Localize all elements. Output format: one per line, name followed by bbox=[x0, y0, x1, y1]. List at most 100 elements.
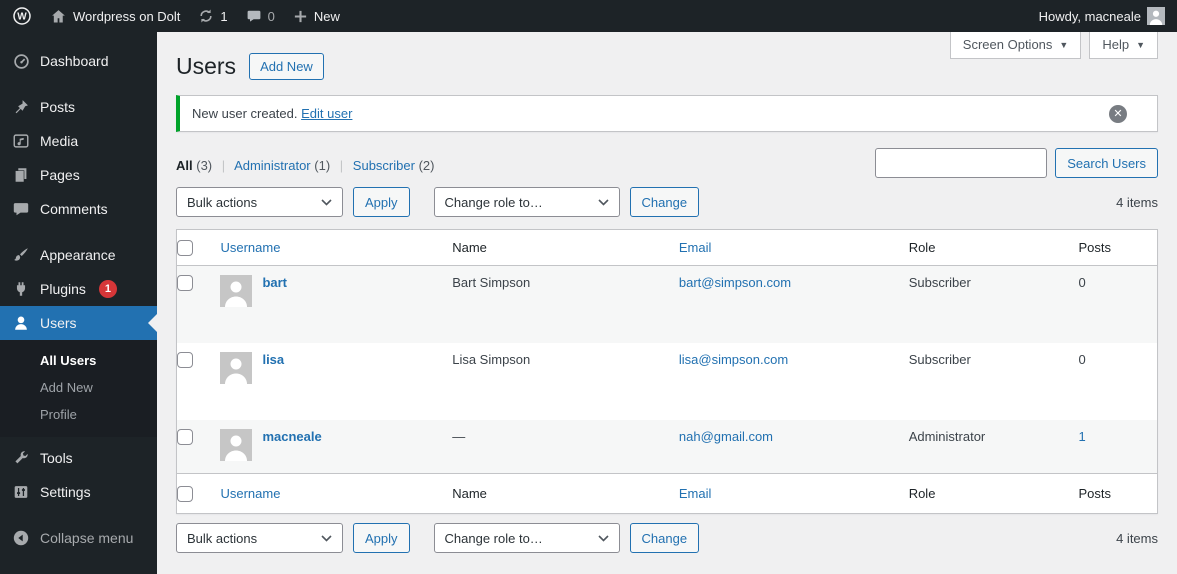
screen-options-button[interactable]: Screen Options ▼ bbox=[949, 32, 1082, 59]
chevron-down-icon: ▼ bbox=[1136, 39, 1145, 50]
chevron-down-icon bbox=[597, 534, 609, 542]
submenu-item-profile[interactable]: Profile bbox=[0, 401, 157, 428]
username-link[interactable]: macneale bbox=[262, 429, 321, 444]
admin-sidebar: Dashboard Posts Media Pages Comments App… bbox=[0, 32, 157, 574]
howdy-text: Howdy, macneale bbox=[1038, 8, 1141, 24]
row-checkbox[interactable] bbox=[177, 351, 193, 368]
change-role-select[interactable]: Change role to… bbox=[433, 523, 620, 553]
filter-separator: | bbox=[339, 158, 344, 173]
table-footer-row: Username Name Email Role Posts bbox=[176, 473, 1158, 514]
sidebar-item-appearance[interactable]: Appearance bbox=[0, 238, 157, 272]
change-role-selected-value: Change role to… bbox=[444, 530, 543, 546]
chevron-down-icon bbox=[321, 198, 332, 206]
email-link[interactable]: bart@simpson.com bbox=[679, 275, 791, 290]
success-notice: New user created. Edit user ✕ bbox=[176, 95, 1158, 132]
bulk-actions-select[interactable]: Bulk actions bbox=[176, 523, 343, 553]
updates-link[interactable]: 1 bbox=[198, 8, 228, 24]
bulk-actions-bar-bottom: Bulk actions Apply Change role to… Chang… bbox=[176, 523, 1158, 553]
media-icon bbox=[11, 131, 31, 151]
sidebar-item-tools[interactable]: Tools bbox=[0, 441, 157, 475]
filter-administrator-count: (1) bbox=[314, 158, 331, 173]
edit-user-link[interactable]: Edit user bbox=[301, 106, 352, 121]
comment-bubble-icon bbox=[246, 8, 262, 24]
submenu-item-all-users[interactable]: All Users bbox=[0, 347, 157, 374]
table-row: lisa Lisa Simpson lisa@simpson.com Subsc… bbox=[177, 343, 1158, 420]
update-count: 1 bbox=[220, 8, 228, 24]
select-all-checkbox[interactable] bbox=[177, 240, 193, 256]
select-all-checkbox[interactable] bbox=[177, 486, 193, 502]
users-table: Username Name Email Role Posts bart Bart… bbox=[176, 229, 1158, 514]
submenu-item-add-new[interactable]: Add New bbox=[0, 374, 157, 401]
wordpress-logo-menu[interactable]: W bbox=[12, 6, 32, 26]
sort-by-username[interactable]: Username bbox=[220, 240, 280, 255]
sort-by-email[interactable]: Email bbox=[679, 240, 712, 255]
change-button[interactable]: Change bbox=[629, 187, 700, 217]
sidebar-item-comments[interactable]: Comments bbox=[0, 192, 157, 226]
add-new-user-button[interactable]: Add New bbox=[249, 53, 324, 80]
row-checkbox[interactable] bbox=[177, 428, 193, 445]
username-link[interactable]: bart bbox=[262, 275, 287, 290]
items-count: 4 items bbox=[1116, 194, 1158, 210]
collapse-menu-button[interactable]: Collapse menu bbox=[0, 521, 157, 555]
sidebar-item-plugins[interactable]: Plugins 1 bbox=[0, 272, 157, 306]
search-users-button[interactable]: Search Users bbox=[1055, 148, 1158, 178]
search-users-input[interactable] bbox=[875, 148, 1048, 178]
sort-by-email[interactable]: Email bbox=[679, 486, 712, 501]
cell-posts: 0 bbox=[1078, 275, 1086, 290]
email-link[interactable]: lisa@simpson.com bbox=[679, 352, 788, 367]
sidebar-item-posts[interactable]: Posts bbox=[0, 90, 157, 124]
column-header-posts: Posts bbox=[1078, 473, 1158, 514]
user-avatar bbox=[220, 275, 253, 307]
change-role-select[interactable]: Change role to… bbox=[433, 187, 620, 217]
username-link[interactable]: lisa bbox=[262, 352, 284, 367]
column-header-role: Role bbox=[908, 473, 1079, 514]
bulk-actions-selected-value: Bulk actions bbox=[187, 194, 258, 210]
comments-link[interactable]: 0 bbox=[246, 8, 275, 24]
bulk-actions-select[interactable]: Bulk actions bbox=[176, 187, 343, 217]
sort-by-username[interactable]: Username bbox=[220, 486, 280, 501]
brush-icon bbox=[11, 245, 31, 265]
views-row: All (3) | Administrator (1) | Subscriber… bbox=[176, 148, 1158, 178]
email-link[interactable]: nah@gmail.com bbox=[679, 429, 773, 444]
sidebar-item-settings[interactable]: Settings bbox=[0, 475, 157, 509]
apply-button[interactable]: Apply bbox=[353, 523, 410, 553]
column-header-name: Name bbox=[452, 473, 679, 514]
collapse-arrow-icon bbox=[11, 528, 31, 548]
posts-count-link[interactable]: 1 bbox=[1079, 429, 1086, 444]
sidebar-item-users[interactable]: Users bbox=[0, 306, 157, 340]
sidebar-item-dashboard[interactable]: Dashboard bbox=[0, 44, 157, 78]
home-icon bbox=[50, 8, 67, 25]
pushpin-icon bbox=[11, 97, 31, 117]
admin-bar: W Wordpress on Dolt 1 0 New Howdy, macne… bbox=[0, 0, 1177, 32]
main-content: Screen Options ▼ Help ▼ Users Add New Ne… bbox=[157, 32, 1177, 574]
sidebar-item-label: Users bbox=[40, 315, 77, 331]
sidebar-item-label: Pages bbox=[40, 167, 80, 183]
my-account-link[interactable]: Howdy, macneale bbox=[1039, 7, 1165, 25]
row-checkbox[interactable] bbox=[177, 275, 193, 291]
dismiss-notice-icon[interactable]: ✕ bbox=[1109, 105, 1127, 123]
plugins-update-badge: 1 bbox=[98, 280, 117, 298]
filter-all[interactable]: All bbox=[176, 158, 193, 173]
apply-button[interactable]: Apply bbox=[353, 187, 410, 217]
filter-subscriber[interactable]: Subscriber bbox=[353, 158, 415, 173]
users-icon bbox=[11, 313, 31, 333]
sidebar-item-pages[interactable]: Pages bbox=[0, 158, 157, 192]
site-name-link[interactable]: Wordpress on Dolt bbox=[50, 8, 180, 25]
cell-posts: 0 bbox=[1078, 351, 1086, 367]
sidebar-item-media[interactable]: Media bbox=[0, 124, 157, 158]
items-count: 4 items bbox=[1116, 530, 1158, 546]
change-button[interactable]: Change bbox=[629, 523, 700, 553]
chevron-down-icon bbox=[321, 534, 332, 542]
site-name: Wordpress on Dolt bbox=[73, 8, 181, 24]
new-label: New bbox=[313, 8, 340, 24]
sidebar-item-label: Settings bbox=[40, 484, 91, 500]
column-header-name: Name bbox=[452, 229, 679, 266]
filter-subscriber-count: (2) bbox=[418, 158, 435, 173]
table-header-row: Username Name Email Role Posts bbox=[176, 229, 1158, 266]
filter-administrator[interactable]: Administrator bbox=[234, 158, 311, 173]
cell-role: Subscriber bbox=[908, 351, 971, 367]
chevron-down-icon: ▼ bbox=[1059, 39, 1069, 50]
help-button[interactable]: Help ▼ bbox=[1089, 32, 1158, 59]
update-icon bbox=[198, 8, 214, 24]
new-content-link[interactable]: New bbox=[293, 9, 340, 24]
